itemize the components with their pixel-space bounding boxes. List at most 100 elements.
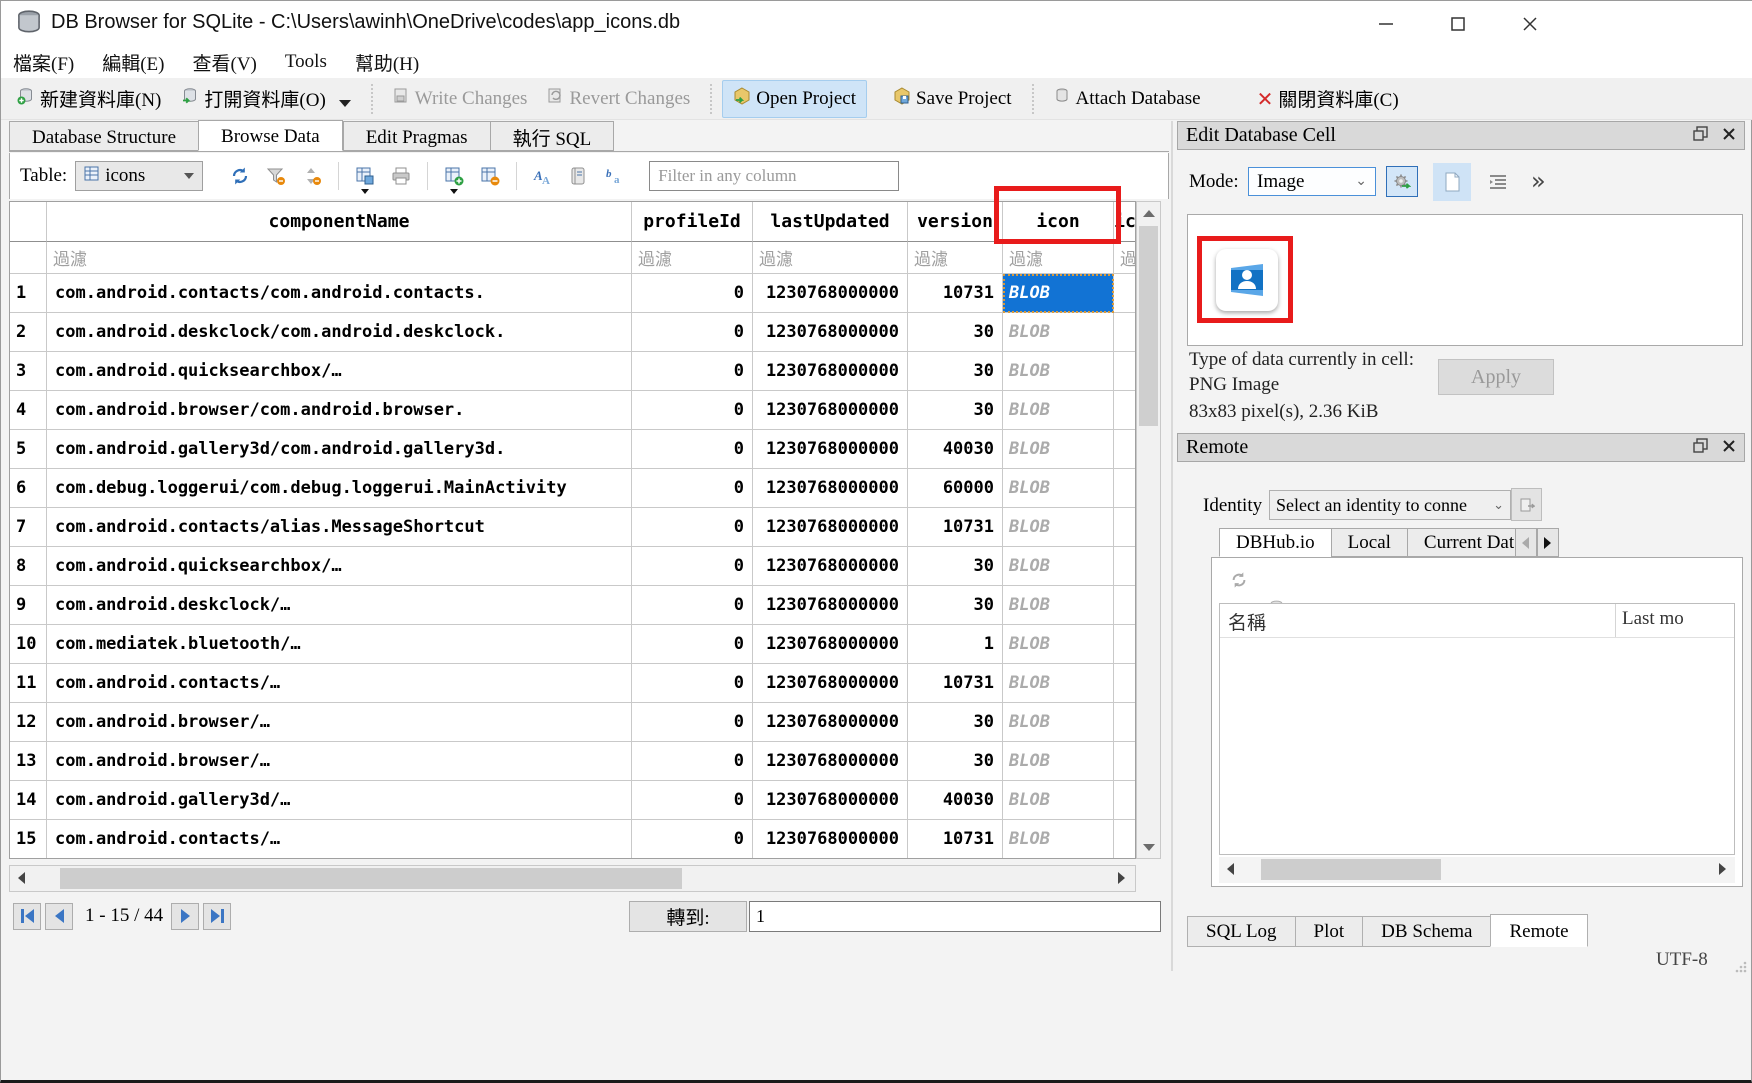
cell-lastupdated[interactable]: 1230768000000 [753,625,908,664]
close-panel-icon[interactable] [1722,436,1736,459]
cell-icon-blob[interactable]: BLOB [1003,352,1114,391]
cell-version[interactable]: 1 [908,625,1003,664]
cell-lastupdated[interactable]: 1230768000000 [753,703,908,742]
identity-combo[interactable]: Select an identity to conne ⌄ [1269,490,1511,520]
cell-lastupdated[interactable]: 1230768000000 [753,469,908,508]
cell-profileid[interactable]: 0 [632,664,753,703]
cell-version[interactable]: 30 [908,547,1003,586]
import-certificate-button[interactable] [1511,488,1542,521]
cell-lastupdated[interactable]: 1230768000000 [753,391,908,430]
cell-profileid[interactable]: 0 [632,313,753,352]
dock-tab-db-schema[interactable]: DB Schema [1362,916,1490,947]
cell-componentname[interactable]: com.android.quicksearchbox/… [47,547,632,586]
cell-clipped[interactable] [1114,469,1136,508]
mode-combo[interactable]: Image ⌄ [1248,167,1376,196]
cell-icon-blob[interactable]: BLOB [1003,547,1114,586]
cell-clipped[interactable] [1114,352,1136,391]
menu-view[interactable]: 查看(V) [193,49,257,76]
scroll-right-button[interactable] [1711,858,1734,880]
cell-profileid[interactable]: 0 [632,469,753,508]
column-header-componentname[interactable]: componentName [47,202,632,242]
cell-lastupdated[interactable]: 1230768000000 [753,313,908,352]
cell-lastupdated[interactable]: 1230768000000 [753,742,908,781]
cell-lastupdated[interactable]: 1230768000000 [753,820,908,859]
cell-profileid[interactable]: 0 [632,586,753,625]
write-changes-button[interactable]: Write Changes [383,81,538,116]
dictionary-button[interactable] [564,162,594,190]
clear-filters-button[interactable] [261,162,291,190]
cell-lastupdated[interactable]: 1230768000000 [753,430,908,469]
cell-clipped[interactable] [1114,508,1136,547]
table-selector-combo[interactable]: icons [75,161,203,191]
menu-tools[interactable]: Tools [285,51,327,73]
dock-tab-sql-log[interactable]: SQL Log [1187,916,1295,947]
cell-profileid[interactable]: 0 [632,430,753,469]
text-view-toggle-button[interactable] [1433,163,1471,201]
filter-input-clipped[interactable]: 過濾 [1114,242,1136,274]
tab-browse-data[interactable]: Browse Data [198,120,343,151]
scroll-left-button[interactable] [10,867,33,889]
cell-icon-blob[interactable]: BLOB [1003,313,1114,352]
menu-file[interactable]: 檔案(F) [13,49,74,76]
close-panel-icon[interactable] [1722,124,1736,147]
cell-componentname[interactable]: com.android.deskclock/… [47,586,632,625]
close-database-button[interactable]: ✕ 關閉資料庫(C) [1247,79,1409,118]
cell-clipped[interactable] [1114,586,1136,625]
cell-componentname[interactable]: com.android.contacts/… [47,664,632,703]
scroll-up-button[interactable] [1137,202,1160,224]
cell-clipped[interactable] [1114,820,1136,859]
cell-componentname[interactable]: com.android.contacts/… [47,820,632,859]
cell-clipped[interactable] [1114,703,1136,742]
cell-icon-blob[interactable]: BLOB [1003,781,1114,820]
cell-version[interactable]: 30 [908,703,1003,742]
cell-version[interactable]: 30 [908,352,1003,391]
cell-clipped[interactable] [1114,625,1136,664]
cell-version[interactable]: 30 [908,742,1003,781]
cell-clipped[interactable] [1114,547,1136,586]
revert-changes-button[interactable]: Revert Changes [537,81,700,116]
first-record-button[interactable] [13,903,41,930]
minimize-button[interactable] [1361,7,1411,41]
attach-database-button[interactable]: Attach Database [1044,81,1211,116]
tab-scroll-right-button[interactable] [1537,528,1559,557]
cell-icon-blob[interactable]: BLOB [1003,742,1114,781]
cell-lastupdated[interactable]: 1230768000000 [753,781,908,820]
cell-icon-blob[interactable]: BLOB [1003,664,1114,703]
insert-record-button[interactable] [439,162,469,190]
vertical-scroll-thumb[interactable] [1139,226,1158,426]
filter-any-column-input[interactable] [649,161,899,191]
cell-version[interactable]: 30 [908,586,1003,625]
clear-sorting-button[interactable] [297,162,327,190]
tab-edit-pragmas[interactable]: Edit Pragmas [343,121,490,151]
cell-version[interactable]: 30 [908,391,1003,430]
auto-switch-mode-button[interactable] [1386,166,1418,197]
filter-input-profileid[interactable]: 過濾 [632,242,753,274]
remote-horizontal-scrollbar[interactable] [1219,857,1735,883]
goto-record-input[interactable] [749,901,1161,932]
cell-icon-blob[interactable]: BLOB [1003,274,1114,313]
open-project-button[interactable]: Open Project [722,80,867,118]
goto-record-button[interactable]: 轉到: [629,901,747,932]
cell-profileid[interactable]: 0 [632,508,753,547]
cell-clipped[interactable] [1114,274,1136,313]
encoding-button[interactable]: ba [600,162,630,190]
tab-local[interactable]: Local [1331,528,1407,557]
tab-database-structure[interactable]: Database Structure [9,121,198,151]
tab-scroll-left-button[interactable] [1515,528,1537,557]
dock-tab-remote[interactable]: Remote [1490,914,1587,947]
cell-icon-blob[interactable]: BLOB [1003,430,1114,469]
cell-profileid[interactable]: 0 [632,703,753,742]
cell-componentname[interactable]: com.android.deskclock/com.android.deskcl… [47,313,632,352]
cell-version[interactable]: 40030 [908,430,1003,469]
cell-componentname[interactable]: com.mediatek.bluetooth/… [47,625,632,664]
column-header-profileid[interactable]: profileId [632,202,753,242]
tab-current-database[interactable]: Current Dat [1407,528,1515,557]
cell-version[interactable]: 10731 [908,274,1003,313]
scroll-left-button[interactable] [1219,858,1242,880]
delete-record-button[interactable] [475,162,505,190]
save-results-view-dropdown-icon[interactable] [361,189,369,194]
remote-refresh-button[interactable] [1224,566,1254,594]
scroll-right-button[interactable] [1110,867,1133,889]
edit-display-format-button[interactable]: AA [528,162,558,190]
scroll-down-button[interactable] [1137,836,1160,858]
